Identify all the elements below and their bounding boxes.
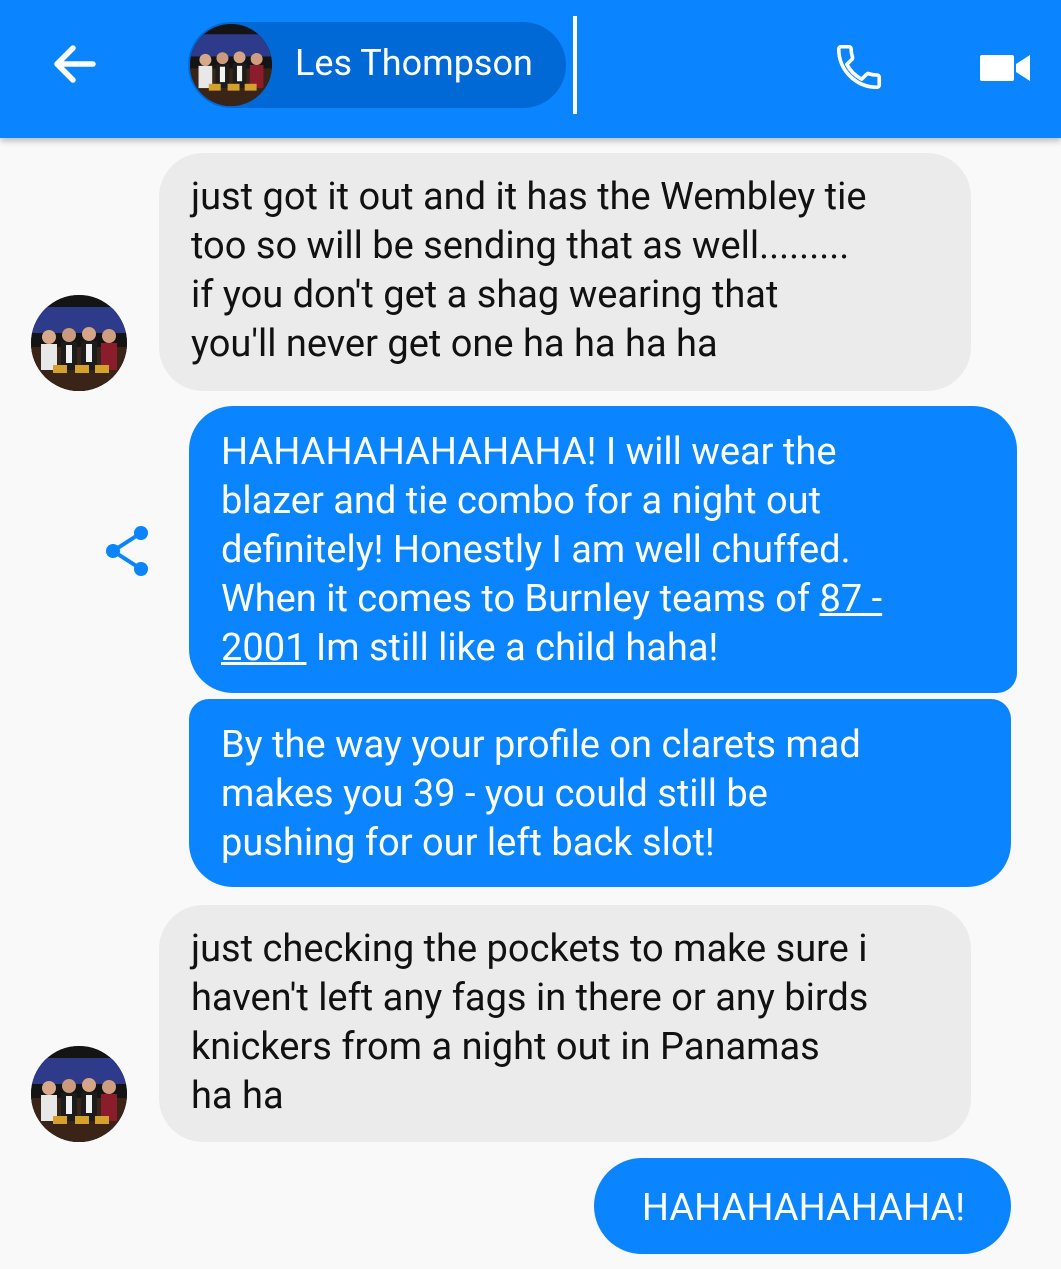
contact-name: Les Thompson <box>295 42 533 84</box>
conversation-header: Les Thompson <box>0 0 1061 138</box>
incoming-message[interactable]: just got it out and it has the Wembley t… <box>159 153 971 391</box>
share-button[interactable] <box>98 519 156 583</box>
back-button[interactable] <box>44 34 104 94</box>
call-button[interactable] <box>826 34 892 100</box>
message-link[interactable]: 87 - <box>820 577 883 621</box>
video-call-button[interactable] <box>976 38 1036 98</box>
video-camera-icon <box>980 55 1030 81</box>
message-text: Im still like a child haha! <box>306 626 719 670</box>
outgoing-message[interactable]: HAHAHAHAHAHAHA! I will wear the blazer a… <box>189 406 1017 693</box>
sender-avatar[interactable] <box>31 1046 127 1142</box>
outgoing-message[interactable]: By the way your profile on clarets mad m… <box>189 699 1011 887</box>
contact-avatar <box>190 24 272 106</box>
outgoing-message[interactable]: HAHAHAHAHAHA! <box>594 1158 1011 1254</box>
text-cursor <box>573 16 577 114</box>
phone-icon <box>836 44 882 90</box>
contact-chip[interactable]: Les Thompson <box>188 22 566 108</box>
message-link[interactable]: 2001 <box>221 626 306 670</box>
arrow-left-icon <box>54 45 96 83</box>
share-icon <box>106 526 148 576</box>
sender-avatar[interactable] <box>31 295 127 391</box>
incoming-message[interactable]: just checking the pockets to make sure i… <box>159 905 971 1142</box>
message-text: HAHAHAHAHAHAHA! I will wear the blazer a… <box>221 430 851 621</box>
